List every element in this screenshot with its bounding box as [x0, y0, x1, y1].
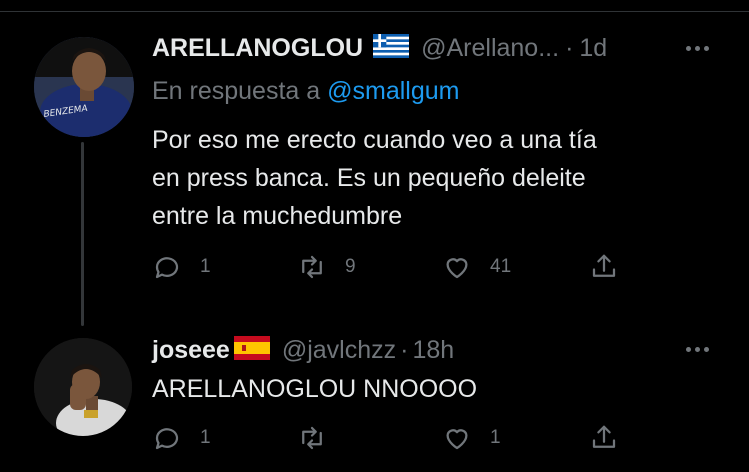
thread-connector-line [81, 142, 84, 326]
heart-icon [446, 429, 468, 450]
reply-context: En respuesta a @smallgum [152, 77, 459, 106]
retweet-count: 9 [345, 256, 356, 277]
tweet-header: joseee @javlchzz · 18h [152, 336, 454, 365]
reply-prefix: En respuesta a [152, 77, 321, 105]
reply-count: 1 [200, 427, 211, 448]
retweet-button[interactable] [297, 423, 345, 453]
share-button[interactable] [589, 423, 619, 453]
greece-flag-icon [373, 34, 410, 63]
more-options-icon[interactable] [686, 46, 709, 51]
reply-icon [155, 257, 179, 279]
top-divider [0, 11, 749, 12]
reply-button[interactable]: 1 [152, 423, 211, 453]
display-name[interactable]: joseee [152, 336, 230, 365]
tweet-text-line: entre la muchedumbre [152, 202, 403, 230]
tweet-actions: 1 1 [152, 423, 632, 459]
user-handle[interactable]: @Arellano... [421, 34, 559, 63]
share-icon [592, 254, 616, 277]
reply-to-link[interactable]: @smallgum [327, 77, 459, 105]
like-count: 41 [490, 256, 512, 277]
tweet-text-line: en press banca. Es un pequeño deleite [152, 164, 586, 192]
retweet-icon [302, 255, 322, 279]
separator-dot: · [400, 336, 409, 364]
heart-icon [446, 258, 468, 279]
tweet-text: Por eso me erecto cuando veo a una tía e… [152, 121, 712, 235]
like-count: 1 [490, 427, 501, 448]
share-button[interactable] [589, 252, 619, 282]
retweet-button[interactable]: 9 [297, 252, 356, 282]
avatar-image: BENZEMA [34, 37, 134, 137]
avatar[interactable] [34, 338, 132, 436]
reply-count: 1 [200, 256, 211, 277]
user-handle[interactable]: @javlchzz [282, 336, 396, 365]
tweet-text-line: ARELLANOGLOU NNOOOO [152, 375, 478, 403]
share-icon [592, 425, 616, 448]
display-name[interactable]: ARELLANOGLOU [152, 34, 363, 63]
separator-dot: · [565, 34, 574, 62]
avatar[interactable]: BENZEMA [34, 37, 134, 137]
like-button[interactable]: 41 [442, 252, 511, 282]
retweet-icon [302, 426, 322, 450]
spain-flag-icon [233, 336, 270, 365]
reply-button[interactable]: 1 [152, 252, 211, 282]
tweet-text-line: Por eso me erecto cuando veo a una tía [152, 126, 597, 154]
like-button[interactable]: 1 [442, 423, 501, 453]
more-options-icon[interactable] [686, 347, 709, 352]
timestamp[interactable]: 1d [579, 34, 607, 63]
timestamp[interactable]: 18h [412, 336, 454, 365]
tweet-text: ARELLANOGLOU NNOOOO [152, 370, 712, 408]
avatar-image [34, 338, 132, 436]
tweet-actions: 1 9 41 [152, 252, 632, 288]
reply-icon [155, 428, 179, 450]
tweet-header: ARELLANOGLOU @Arellano... · 1d [152, 34, 607, 63]
